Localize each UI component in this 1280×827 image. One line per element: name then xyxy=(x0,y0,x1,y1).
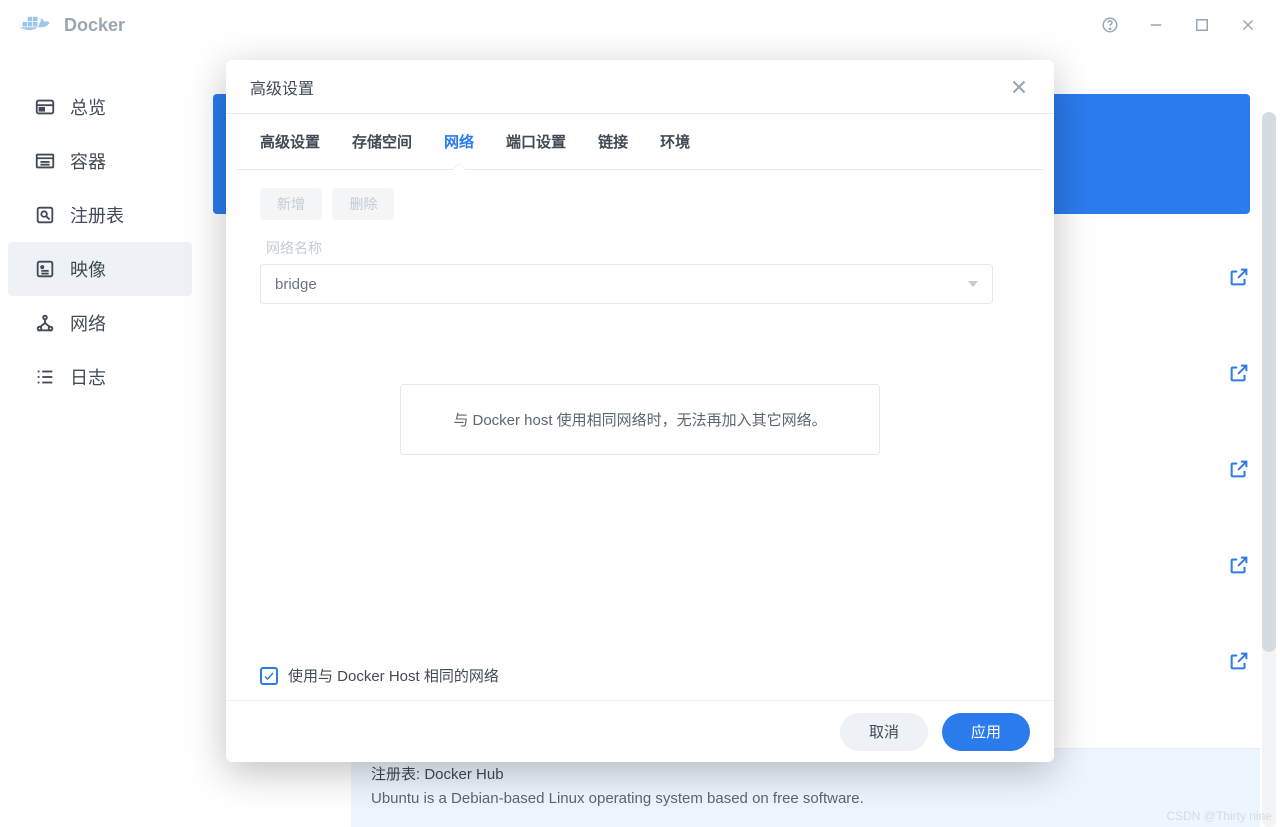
tab-env[interactable]: 环境 xyxy=(660,114,690,170)
tab-volume[interactable]: 存储空间 xyxy=(352,114,412,170)
modal-title: 高级设置 xyxy=(250,75,314,99)
delete-button[interactable]: 删除 xyxy=(332,188,394,220)
watermark: CSDN @Thirty nine xyxy=(1166,809,1272,823)
use-host-network-checkbox[interactable] xyxy=(260,667,278,685)
modal-close-button[interactable] xyxy=(1008,76,1030,98)
apply-button[interactable]: 应用 xyxy=(942,713,1030,751)
tab-network[interactable]: 网络 xyxy=(444,114,474,170)
advanced-settings-modal: 高级设置 高级设置 存储空间 网络 端口设置 链接 环境 新增 删除 网络名称 xyxy=(226,60,1054,762)
tab-port[interactable]: 端口设置 xyxy=(506,114,566,170)
network-name-value: bridge xyxy=(275,276,317,293)
network-name-label: 网络名称 xyxy=(266,238,1020,258)
tab-advanced[interactable]: 高级设置 xyxy=(260,114,320,170)
tab-links[interactable]: 链接 xyxy=(598,114,628,170)
use-host-network-label: 使用与 Docker Host 相同的网络 xyxy=(288,665,499,686)
network-notice: 与 Docker host 使用相同网络时，无法再加入其它网络。 xyxy=(400,384,880,455)
chevron-down-icon xyxy=(968,281,978,287)
network-name-dropdown[interactable]: bridge xyxy=(260,264,993,304)
add-button[interactable]: 新增 xyxy=(260,188,322,220)
cancel-button[interactable]: 取消 xyxy=(840,713,928,751)
modal-tabs: 高级设置 存储空间 网络 端口设置 链接 环境 xyxy=(236,114,1044,170)
modal-overlay: 高级设置 高级设置 存储空间 网络 端口设置 链接 环境 新增 删除 网络名称 xyxy=(0,0,1280,827)
